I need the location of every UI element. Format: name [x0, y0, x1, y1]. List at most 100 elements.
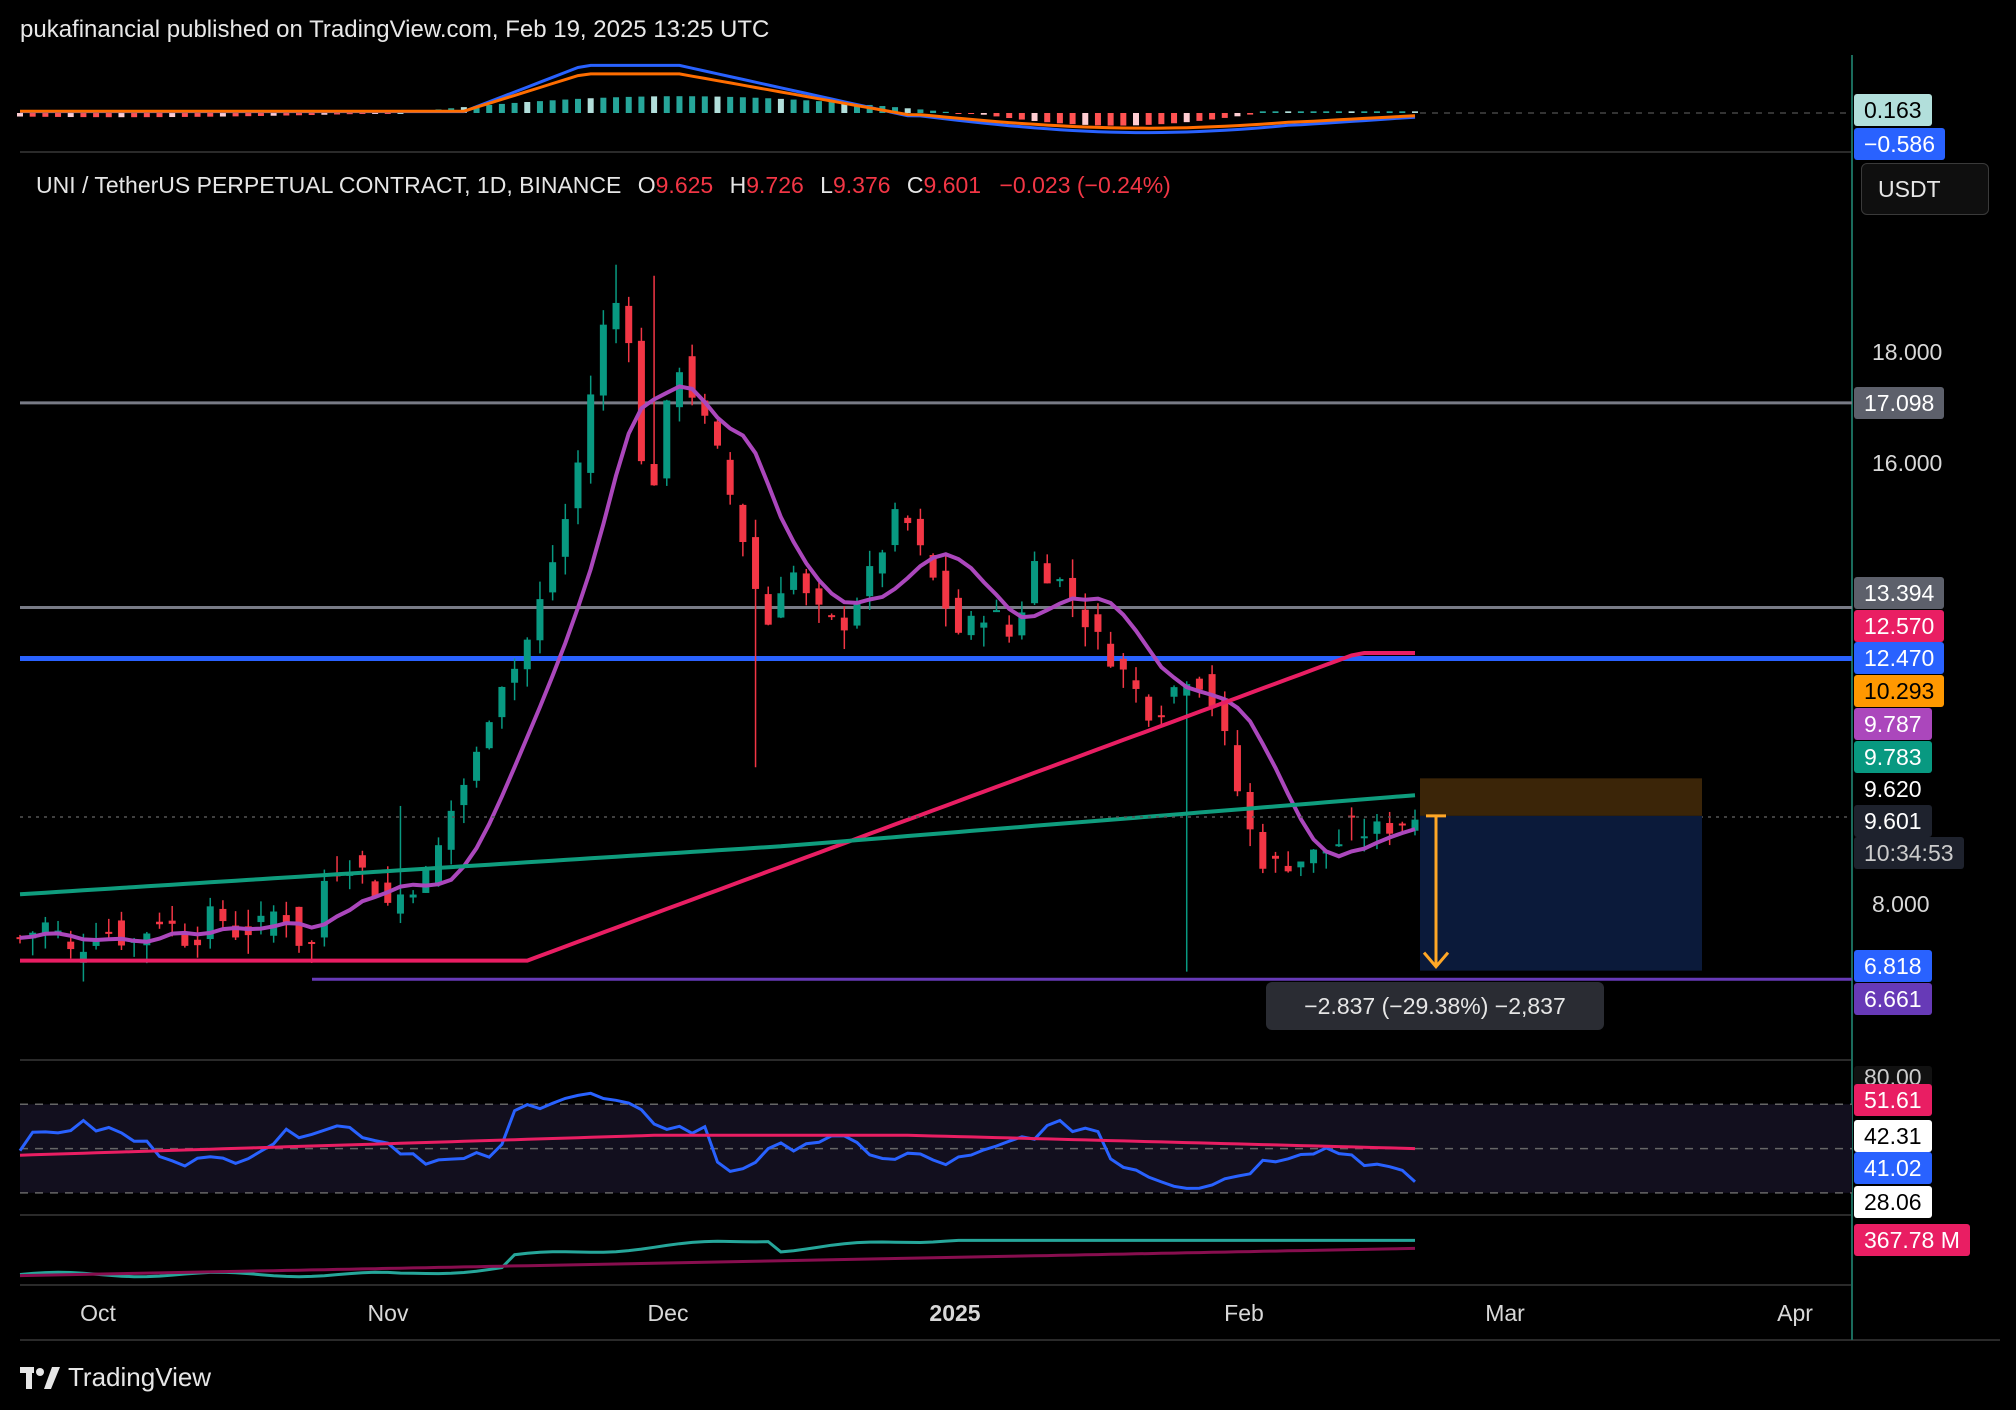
candle-body: [1259, 831, 1267, 869]
macd-histogram-bar: [105, 113, 112, 118]
ma-line-teal: [19, 793, 1416, 897]
macd-histogram-bar: [397, 113, 404, 114]
price-badge: 12.570: [1854, 609, 1945, 642]
macd-histogram-bar: [67, 113, 74, 118]
candle-body: [891, 509, 899, 546]
candle-body: [117, 920, 125, 946]
rsi-badge: 28.06: [1854, 1186, 1932, 1218]
candle-body: [1031, 561, 1039, 604]
candle-body: [739, 504, 747, 543]
time-tick-label: Apr: [1777, 1300, 1813, 1326]
symbol-legend: UNI / TetherUS PERPETUAL CONTRACT, 1D, B…: [36, 172, 1171, 199]
macd-histogram-bar: [1018, 113, 1025, 120]
macd-histogram-bar: [1082, 113, 1089, 125]
candle-body: [1208, 674, 1216, 707]
candle-body: [498, 686, 506, 718]
candle-body: [435, 845, 442, 885]
candle-body: [866, 566, 874, 597]
candle-body: [561, 519, 569, 557]
macd-histogram-bar: [1145, 113, 1152, 125]
macd-histogram-bar: [296, 113, 302, 116]
candle-body: [1170, 687, 1178, 697]
macd-histogram-bar: [1006, 113, 1013, 119]
candle-body: [625, 305, 633, 344]
macd-histogram-bar: [663, 96, 670, 113]
macd-histogram-bar: [511, 102, 518, 113]
macd-histogram-bar: [1297, 111, 1304, 113]
chart-canvas[interactable]: [0, 0, 2016, 1410]
macd-histogram-bar: [207, 113, 214, 117]
macd-histogram-bar: [1171, 113, 1178, 124]
macd-histogram-bar: [372, 113, 379, 114]
candle-body: [92, 941, 100, 946]
macd-histogram-bar: [701, 96, 708, 113]
currency-button[interactable]: USDT: [1861, 163, 1989, 215]
macd-histogram-bar: [156, 113, 163, 118]
candle-body: [1094, 614, 1102, 632]
candle-body: [67, 941, 75, 950]
macd-histogram-bar: [562, 99, 569, 113]
macd-histogram-bar: [942, 111, 949, 113]
macd-histogram-bar: [55, 113, 62, 117]
candle-body: [308, 942, 316, 945]
macd-histogram-bar: [815, 101, 822, 113]
macd-histogram-bar: [689, 96, 696, 113]
candle-body: [219, 908, 227, 922]
obv-ma-line: [19, 1246, 1416, 1278]
candle-body: [1195, 678, 1203, 690]
price-badge: 13.394: [1854, 577, 1945, 610]
candle-body: [460, 784, 468, 806]
macd-histogram-bar: [777, 98, 784, 113]
macd-histogram-bar: [739, 97, 746, 113]
candle-body: [663, 400, 671, 479]
price-tick-label: 18.000: [1872, 339, 1943, 366]
macd-histogram-bar: [1373, 111, 1380, 113]
candle-body: [980, 622, 988, 628]
footer-brand-text: TradingView: [68, 1362, 212, 1392]
macd-histogram-bar: [80, 113, 87, 118]
candle-body: [612, 302, 620, 330]
candle-body: [815, 588, 823, 605]
macd-histogram-bar: [917, 109, 924, 113]
macd-histogram-bar: [232, 113, 239, 117]
measure-label: −2.837 (−29.38%) −2,837: [1266, 982, 1604, 1030]
candle-body: [1119, 658, 1127, 670]
macd-histogram-bar: [169, 113, 176, 118]
macd-histogram-bar: [1133, 113, 1139, 126]
footer-brand[interactable]: TradingView: [20, 1362, 211, 1393]
price-badge: 9.601: [1854, 805, 1932, 838]
macd-histogram-bar: [245, 113, 252, 117]
price-badge: 9.620: [1854, 773, 1932, 806]
macd-histogram-bar: [549, 100, 556, 113]
macd-histogram-bar: [1399, 111, 1406, 113]
candle-body: [764, 594, 772, 625]
macd-histogram-bar: [257, 113, 264, 116]
macd-histogram-bar: [486, 104, 493, 113]
candle-body: [1360, 836, 1368, 839]
macd-histogram-bar: [536, 101, 543, 113]
candle-body: [1233, 745, 1241, 792]
candle-body: [1335, 844, 1343, 847]
time-tick-label: Oct: [80, 1300, 116, 1326]
candle-body: [511, 668, 519, 683]
candle-body: [536, 599, 544, 641]
macd-histogram-bar: [1196, 113, 1203, 121]
macd-histogram-bar: [524, 101, 531, 113]
macd-histogram-bar: [1386, 111, 1393, 113]
position-target-zone: [1420, 815, 1702, 971]
macd-histogram-bar: [587, 98, 594, 113]
macd-histogram-bar: [118, 113, 125, 118]
macd-histogram-bar: [651, 96, 658, 113]
candle-body: [1005, 624, 1013, 637]
candle-body: [1081, 609, 1089, 628]
macd-histogram-bar: [752, 97, 759, 113]
macd-histogram-bar: [384, 113, 391, 114]
candle-body: [967, 615, 975, 636]
candle-body: [194, 939, 202, 946]
rsi-badge: 41.02: [1854, 1152, 1932, 1184]
macd-histogram-bar: [727, 96, 734, 113]
macd-histogram-bar: [219, 113, 226, 117]
macd-badge: −0.586: [1854, 128, 1945, 160]
price-badge: 6.818: [1854, 950, 1932, 983]
macd-histogram-bar: [1044, 113, 1051, 123]
